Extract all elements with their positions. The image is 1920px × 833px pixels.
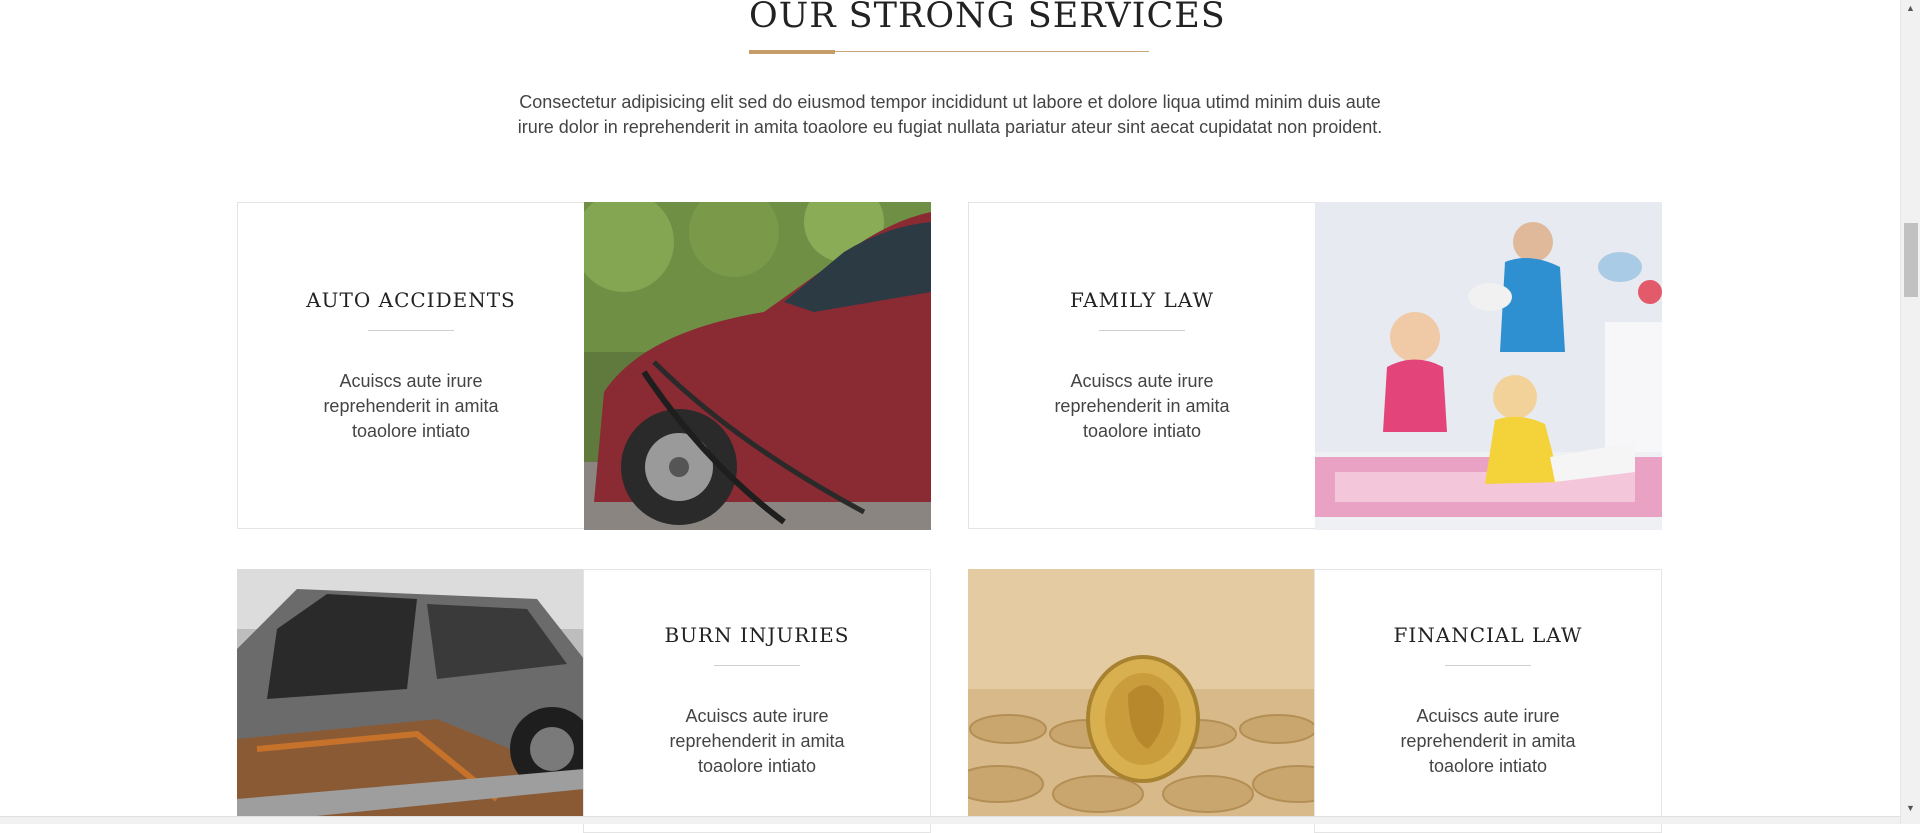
service-divider	[368, 329, 454, 331]
service-title: AUTO ACCIDENTS	[306, 287, 516, 312]
wrecked-car-photo	[584, 202, 931, 530]
service-description: Acuiscs aute irure reprehenderit in amit…	[1400, 706, 1576, 776]
service-divider	[714, 665, 800, 666]
section-intro: Consectetur adipisicing elit sed do eius…	[480, 90, 1420, 140]
service-card-auto-accidents[interactable]: AUTO ACCIDENTS Acuiscs aute irure repreh…	[237, 202, 585, 529]
intro-line-1: Consectetur adipisicing elit sed do eius…	[519, 92, 1381, 112]
service-description: Acuiscs aute irure reprehenderit in amit…	[669, 706, 845, 776]
service-card-family-law[interactable]: FAMILY LAW Acuiscs aute irure reprehende…	[968, 202, 1316, 529]
section-title: OUR STRONG SERVICES	[749, 0, 1226, 36]
service-divider	[1099, 329, 1185, 331]
title-underline-accent	[749, 50, 835, 54]
family-photo	[1315, 202, 1662, 530]
service-card-burn-injuries[interactable]: BURN INJURIES Acuiscs aute irure reprehe…	[583, 569, 931, 833]
burned-car-photo	[237, 569, 584, 824]
vertical-scrollbar[interactable]: ▲ ▼	[1900, 0, 1920, 824]
scroll-up-arrow-icon[interactable]: ▲	[1901, 0, 1920, 16]
service-description: Acuiscs aute irure reprehenderit in amit…	[323, 370, 499, 441]
service-title: FINANCIAL LAW	[1393, 623, 1583, 647]
service-card-financial-law[interactable]: FINANCIAL LAW Acuiscs aute irure reprehe…	[1314, 569, 1662, 833]
horizontal-scrollbar[interactable]	[0, 816, 1900, 824]
scroll-down-arrow-icon[interactable]: ▼	[1901, 800, 1920, 816]
service-title: BURN INJURIES	[664, 623, 850, 647]
service-description: Acuiscs aute irure reprehenderit in amit…	[1054, 370, 1230, 441]
service-title: FAMILY LAW	[1070, 287, 1214, 312]
intro-line-2: irure dolor in reprehenderit in amita to…	[517, 117, 1383, 137]
scrollbar-thumb[interactable]	[1904, 223, 1918, 297]
service-divider	[1445, 665, 1531, 666]
coins-photo	[968, 569, 1315, 824]
